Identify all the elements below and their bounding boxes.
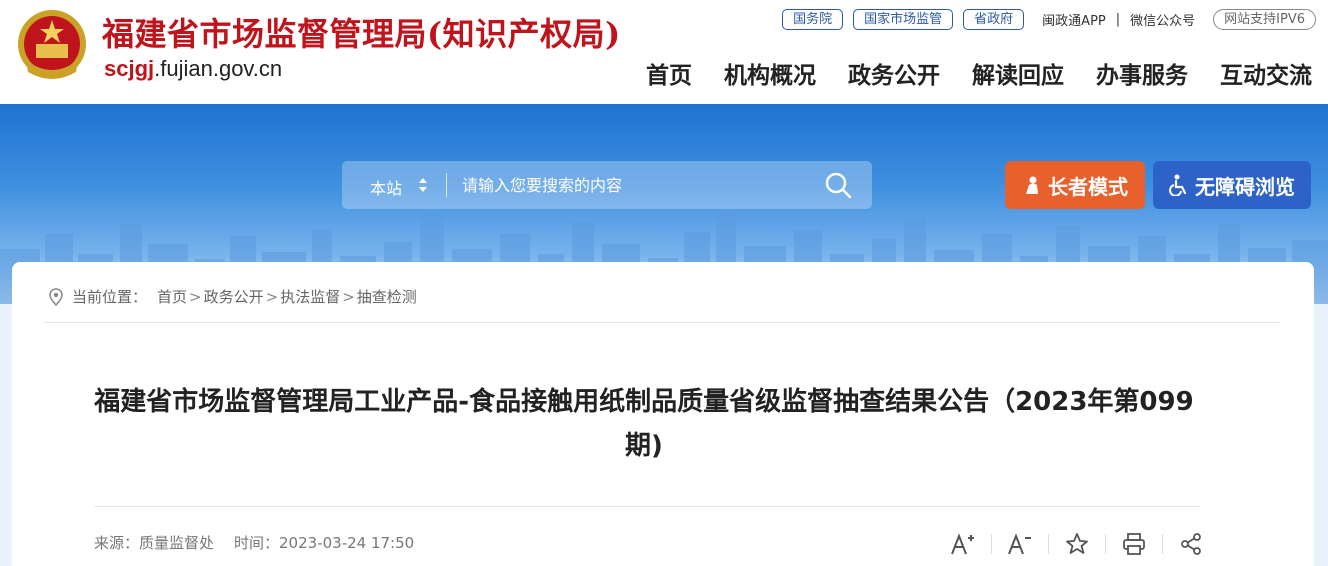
site-domain: scjgj.fujian.gov.cn [104, 56, 282, 82]
breadcrumb-label: 当前位置： [72, 288, 148, 306]
link-wechat[interactable]: 微信公众号 [1130, 10, 1195, 29]
breadcrumb-separator: > [189, 287, 202, 306]
nav-home[interactable]: 首页 [646, 56, 692, 90]
print-icon[interactable] [1119, 530, 1149, 558]
breadcrumb-separator: > [265, 287, 279, 306]
search-icon[interactable] [824, 171, 852, 199]
favorite-icon[interactable] [1062, 530, 1092, 558]
site-header: 福建省市场监督管理局(知识产权局) scjgj.fujian.gov.cn 国务… [0, 0, 1328, 104]
elder-mode-label: 长者模式 [1048, 174, 1128, 199]
breadcrumb-divider [44, 322, 1280, 323]
breadcrumb-home[interactable]: 首页 [157, 286, 187, 307]
breadcrumb-gov-affairs[interactable]: 政务公开 [204, 286, 264, 307]
elder-mode-button[interactable]: 长者模式 [1005, 161, 1145, 209]
share-icon[interactable] [1176, 530, 1206, 558]
top-links: 国务院 国家市场监管 省政府 闽政通APP | 微信公众号 网站支持IPV6 [782, 8, 1316, 30]
national-emblem-icon [18, 10, 86, 79]
nav-services[interactable]: 办事服务 [1096, 56, 1188, 90]
tool-separator [1105, 534, 1106, 554]
link-minzhengtong-app[interactable]: 闽政通APP [1042, 10, 1106, 29]
link-provincial-gov[interactable]: 省政府 [963, 8, 1025, 30]
domain-highlight: scjgj [104, 56, 155, 81]
article-source: 来源：质量监督处 [94, 534, 215, 552]
accessibility-button[interactable]: 无障碍浏览 [1153, 161, 1311, 209]
breadcrumb-separator: > [342, 287, 355, 306]
site-title[interactable]: 福建省市场监督管理局(知识产权局) [102, 9, 621, 55]
article-title: 福建省市场监督管理局工业产品-食品接触用纸制品质量省级监督抽查结果公告（2023… [94, 387, 1194, 461]
font-decrease-icon[interactable] [1005, 530, 1035, 558]
elder-person-icon [1026, 176, 1038, 194]
article-tools [948, 530, 1206, 558]
article-time: 时间：2023-03-24 17:50 [234, 534, 415, 552]
nav-organization[interactable]: 机构概况 [724, 56, 816, 90]
link-state-council[interactable]: 国务院 [782, 8, 844, 30]
tool-separator [991, 534, 992, 554]
search-divider [446, 173, 447, 197]
wheelchair-icon [1169, 174, 1187, 196]
domain-rest: .fujian.gov.cn [154, 56, 283, 81]
search-input[interactable] [462, 171, 812, 199]
location-pin-icon [49, 287, 63, 306]
tool-separator [1162, 534, 1163, 554]
ipv6-badge: 网站支持IPV6 [1213, 8, 1316, 30]
link-samr[interactable]: 国家市场监管 [853, 8, 954, 30]
font-increase-icon[interactable] [948, 530, 978, 558]
search-box: 本站 [342, 161, 872, 209]
breadcrumb-inspection[interactable]: 抽查检测 [357, 286, 417, 307]
title-divider [94, 506, 1200, 507]
article-card: 当前位置： 首页 > 政务公开 > 执法监督 > 抽查检测 福建省市场监督管理局… [12, 262, 1314, 566]
sort-arrows-icon[interactable] [418, 176, 428, 194]
search-scope-select[interactable]: 本站 [370, 175, 402, 199]
breadcrumb-enforcement[interactable]: 执法监督 [280, 286, 340, 307]
nav-interpretation[interactable]: 解读回应 [972, 56, 1064, 90]
tool-separator [1048, 534, 1049, 554]
main-nav: 首页 机构概况 政务公开 解读回应 办事服务 互动交流 [646, 56, 1312, 90]
nav-interaction[interactable]: 互动交流 [1220, 56, 1312, 90]
nav-government-affairs[interactable]: 政务公开 [848, 56, 940, 90]
article-meta: 来源：质量监督处 时间：2023-03-24 17:50 [94, 532, 414, 553]
breadcrumb: 当前位置： 首页 > 政务公开 > 执法监督 > 抽查检测 [48, 286, 417, 307]
accessibility-label: 无障碍浏览 [1195, 174, 1295, 199]
top-link-separator: | [1115, 11, 1121, 27]
